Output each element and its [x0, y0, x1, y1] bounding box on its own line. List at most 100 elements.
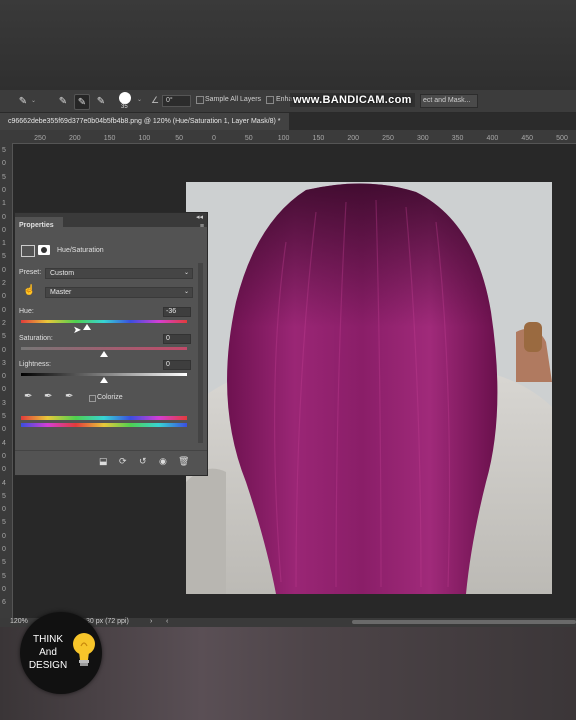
scroll-left-icon[interactable]: ‹ — [166, 618, 168, 625]
logo-line-3: DESIGN — [28, 660, 68, 671]
lightbulb-icon — [73, 633, 95, 666]
ruler-corner — [0, 130, 12, 143]
adjustment-icon — [21, 245, 35, 257]
eyedropper-minus-icon[interactable]: ✒ — [65, 391, 73, 402]
ruler-v-tick: 1 — [2, 200, 6, 208]
horizontal-scrollbar[interactable] — [352, 620, 576, 624]
brush-size-value: 35 — [121, 104, 128, 110]
top-blur-area — [0, 0, 576, 90]
subtract-selection-icon[interactable]: ✎ — [94, 94, 108, 108]
properties-title[interactable]: Properties — [15, 217, 63, 235]
document-info: 30 px (72 ppi) — [86, 618, 129, 625]
ruler-v-tick: 3 — [2, 399, 6, 407]
ruler-h-tick: 300 — [416, 135, 429, 142]
saturation-slider-track[interactable] — [21, 347, 187, 350]
tool-preset-chevron-icon[interactable]: ⌄ — [31, 97, 36, 104]
chevron-down-icon: ⌄ — [183, 289, 189, 295]
eyedropper-plus-icon[interactable]: ✒ — [44, 391, 52, 402]
status-arrow-icon[interactable]: › — [150, 618, 152, 625]
canvas-photo[interactable] — [186, 182, 552, 594]
panel-menu-icon[interactable]: ≡ — [200, 223, 204, 230]
ruler-v-tick: 1 — [2, 240, 6, 248]
hue-slider-thumb[interactable] — [83, 324, 92, 330]
ruler-v-tick: 0 — [2, 266, 6, 274]
document-tab[interactable]: c96662debe355f69d377e0b04b5fb4b8.png @ 1… — [0, 113, 289, 130]
ruler-v-tick: 0 — [2, 426, 6, 434]
preset-value: Custom — [50, 270, 75, 277]
preset-dropdown[interactable]: Custom ⌄ — [45, 268, 193, 279]
mask-icon[interactable] — [38, 245, 50, 255]
ruler-h-tick: 0 — [212, 135, 216, 142]
saturation-slider-thumb[interactable] — [100, 351, 108, 357]
ruler-v-tick: 0 — [2, 466, 6, 474]
ruler-v-tick: 0 — [2, 346, 6, 354]
ruler-v-tick: 0 — [2, 306, 6, 314]
eyedropper-icon[interactable]: ✒ — [24, 391, 32, 402]
colorize-checkbox[interactable] — [89, 395, 96, 402]
ruler-v-tick: 0 — [2, 546, 6, 553]
view-previous-icon[interactable]: ⟳ — [119, 456, 127, 467]
panel-footer-divider — [15, 450, 207, 451]
ruler-v-tick: 0 — [2, 373, 6, 381]
trash-icon[interactable]: 🗑 — [178, 456, 189, 467]
lightness-slider-thumb[interactable] — [100, 377, 108, 383]
document-tab-bar: c96662debe355f69d377e0b04b5fb4b8.png @ 1… — [0, 113, 576, 130]
ruler-v-tick: 0 — [2, 452, 6, 460]
clip-to-layer-icon[interactable]: ⬓ — [99, 456, 108, 467]
logo-line-1: THINK — [33, 634, 63, 645]
reset-icon[interactable]: ↺ — [139, 456, 147, 467]
lightness-input[interactable]: 0 — [163, 360, 191, 370]
add-selection-icon[interactable]: ✎ — [74, 94, 90, 110]
ruler-v-tick: 0 — [2, 293, 6, 301]
ruler-h-tick: 200 — [347, 135, 360, 142]
saturation-label: Saturation: — [19, 335, 53, 342]
ruler-v-tick: 5 — [2, 253, 6, 261]
panel-scrollbar[interactable] — [198, 263, 203, 443]
adjustment-name: Hue/Saturation — [57, 247, 104, 254]
ruler-v-tick: 6 — [2, 599, 6, 607]
hair-photo-image — [186, 182, 552, 594]
think-and-design-logo: THINK And DESIGN — [20, 612, 102, 694]
saturation-input[interactable]: 0 — [163, 334, 191, 344]
lightness-slider-track[interactable] — [21, 373, 187, 376]
enhance-edge-checkbox[interactable] — [266, 96, 274, 104]
channel-dropdown[interactable]: Master ⌄ — [45, 287, 193, 298]
angle-icon: ∠ — [151, 95, 160, 105]
select-and-mask-button[interactable]: ect and Mask... — [420, 94, 478, 108]
ruler-v-tick: 0 — [2, 386, 6, 394]
ruler-v-tick: 5 — [2, 572, 6, 580]
zoom-level[interactable]: 120% — [10, 618, 28, 625]
vertical-ruler[interactable]: 5 0 5 0 1 0 0 1 5 0 2 0 0 2 5 0 3 0 0 3 5 0 4 0 0 4 5 0 5 0 0 5 5 0 6 — [0, 143, 13, 618]
chevron-down-icon: ⌄ — [183, 270, 189, 276]
angle-input[interactable]: 0° — [162, 95, 191, 107]
preset-label: Preset: — [19, 269, 42, 276]
input-color-bar — [21, 416, 187, 420]
ruler-h-tick: 250 — [34, 135, 46, 142]
ruler-v-tick: 5 — [2, 559, 6, 567]
ruler-v-tick: 0 — [2, 506, 6, 514]
ruler-v-tick: 5 — [2, 492, 6, 500]
horizontal-ruler[interactable]: 250 200 150 100 50 0 50 100 150 200 250 300 350 400 45… — [12, 130, 576, 144]
brush-size-icon[interactable] — [119, 92, 131, 104]
sample-all-layers-checkbox[interactable] — [196, 96, 204, 104]
panel-collapse-icon[interactable]: ◂◂ — [196, 213, 203, 221]
channel-value: Master — [50, 289, 72, 296]
logo-line-2: And — [39, 647, 57, 658]
brush-picker-chevron-icon[interactable]: ⌄ — [137, 96, 142, 103]
ruler-v-tick: 0 — [2, 160, 6, 168]
hue-slider-track[interactable] — [21, 320, 187, 323]
hue-input[interactable]: -36 — [163, 307, 191, 317]
ruler-h-tick: 350 — [451, 135, 464, 142]
ruler-h-tick: 450 — [521, 135, 534, 142]
ruler-h-tick: 200 — [68, 135, 81, 142]
ruler-h-tick: 50 — [175, 135, 184, 142]
sample-all-layers-label: Sample All Layers — [205, 96, 262, 103]
ruler-v-tick: 5 — [2, 413, 6, 420]
visibility-eye-icon[interactable]: ◉ — [159, 456, 167, 467]
targeted-adjustment-hand-icon[interactable]: ☝ — [23, 285, 35, 296]
ruler-h-tick: 100 — [138, 135, 151, 142]
hue-label: Hue: — [19, 308, 34, 315]
new-selection-icon[interactable]: ✎ — [56, 94, 70, 108]
brush-tool-icon[interactable]: ✎ — [16, 94, 30, 108]
ruler-v-tick: 4 — [2, 439, 6, 447]
